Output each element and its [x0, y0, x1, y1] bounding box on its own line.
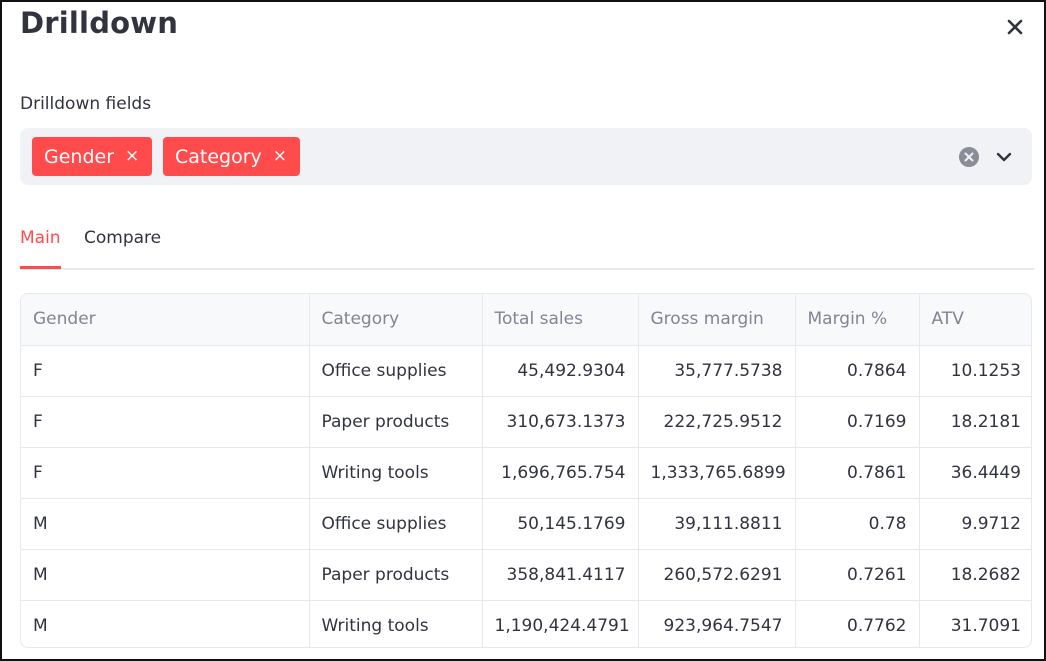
- column-header-gross-margin[interactable]: Gross margin: [638, 294, 796, 346]
- cell-total-sales: 358,841.4117: [482, 549, 639, 601]
- cell-gross-margin: 260,572.6291: [638, 549, 796, 601]
- cell-category: Office supplies: [309, 498, 483, 550]
- cell-total-sales: 1,696,765.754: [482, 447, 639, 499]
- cell-margin-pct: 0.7762: [795, 600, 920, 647]
- tag-label: Gender: [44, 145, 115, 168]
- cell-gross-margin: 1,333,765.6899: [638, 447, 796, 499]
- cell-margin-pct: 0.7861: [795, 447, 920, 499]
- cell-category: Writing tools: [309, 600, 483, 647]
- cell-margin-pct: 0.78: [795, 498, 920, 550]
- drilldown-dialog: Drilldown Drilldown fields Gender × Cate…: [0, 0, 1046, 661]
- cell-total-sales: 310,673.1373: [482, 396, 639, 448]
- cell-atv: 10.1253: [919, 345, 1031, 397]
- table-header-row: Gender Category Total sales Gross margin…: [21, 294, 1031, 346]
- cell-margin-pct: 0.7169: [795, 396, 920, 448]
- cell-total-sales: 50,145.1769: [482, 498, 639, 550]
- cell-atv: 36.4449: [919, 447, 1031, 499]
- table-row[interactable]: M Writing tools 1,190,424.4791 923,964.7…: [21, 600, 1031, 647]
- tag-label: Category: [175, 145, 262, 168]
- column-header-gender[interactable]: Gender: [21, 294, 310, 346]
- drilldown-table: Gender Category Total sales Gross margin…: [21, 294, 1031, 647]
- cell-atv: 31.7091: [950, 615, 1021, 636]
- remove-tag-icon[interactable]: ×: [125, 148, 139, 165]
- tag-category[interactable]: Category ×: [163, 137, 300, 176]
- remove-tag-icon[interactable]: ×: [273, 148, 287, 165]
- cell-gender: M: [21, 600, 310, 647]
- cell-gross-margin: 222,725.9512: [638, 396, 796, 448]
- table-row[interactable]: F Paper products 310,673.1373 222,725.95…: [21, 396, 1031, 448]
- drilldown-fields-label: Drilldown fields: [20, 94, 152, 114]
- column-header-margin-pct[interactable]: Margin %: [795, 294, 920, 346]
- tag-gender[interactable]: Gender ×: [32, 137, 152, 176]
- column-header-atv[interactable]: ATV: [919, 294, 1031, 346]
- cell-gross-margin: 923,964.7547: [638, 600, 796, 647]
- column-header-total-sales[interactable]: Total sales: [482, 294, 639, 346]
- cell-category: Office supplies: [309, 345, 483, 397]
- column-header-category[interactable]: Category: [309, 294, 483, 346]
- cell-margin-pct: 0.7864: [795, 345, 920, 397]
- clear-circle-icon[interactable]: [958, 146, 980, 168]
- tab-main[interactable]: Main: [20, 228, 61, 269]
- cell-gross-margin: 35,777.5738: [638, 345, 796, 397]
- drilldown-fields-multiselect[interactable]: Gender × Category ×: [20, 128, 1032, 185]
- cell-total-sales: 45,492.9304: [482, 345, 639, 397]
- data-table[interactable]: Gender Category Total sales Gross margin…: [20, 293, 1032, 648]
- cell-margin-pct: 0.7261: [795, 549, 920, 601]
- table-row[interactable]: M Paper products 358,841.4117 260,572.62…: [21, 549, 1031, 601]
- close-icon[interactable]: [1004, 14, 1026, 40]
- cell-atv: 18.2181: [919, 396, 1031, 448]
- cell-atv: 9.9712: [919, 498, 1031, 550]
- chevron-down-icon[interactable]: [993, 146, 1015, 168]
- tab-compare[interactable]: Compare: [84, 228, 161, 248]
- table-row[interactable]: F Writing tools 1,696,765.754 1,333,765.…: [21, 447, 1031, 499]
- table-row[interactable]: M Office supplies 50,145.1769 39,111.881…: [21, 498, 1031, 550]
- cell-atv: 18.2682: [919, 549, 1031, 601]
- cell-gender: M: [21, 549, 310, 601]
- cell-category: Paper products: [309, 396, 483, 448]
- cell-category: Paper products: [309, 549, 483, 601]
- tab-bar: Main Compare: [20, 224, 1034, 270]
- dialog-title: Drilldown: [20, 6, 179, 40]
- cell-gender: F: [21, 447, 310, 499]
- cell-total-sales: 1,190,424.4791: [482, 600, 639, 647]
- cell-gross-margin: 39,111.8811: [638, 498, 796, 550]
- cell-gender: F: [21, 345, 310, 397]
- table-row[interactable]: F Office supplies 45,492.9304 35,777.573…: [21, 345, 1031, 397]
- cell-gender: M: [21, 498, 310, 550]
- cell-category: Writing tools: [309, 447, 483, 499]
- cell-gender: F: [21, 396, 310, 448]
